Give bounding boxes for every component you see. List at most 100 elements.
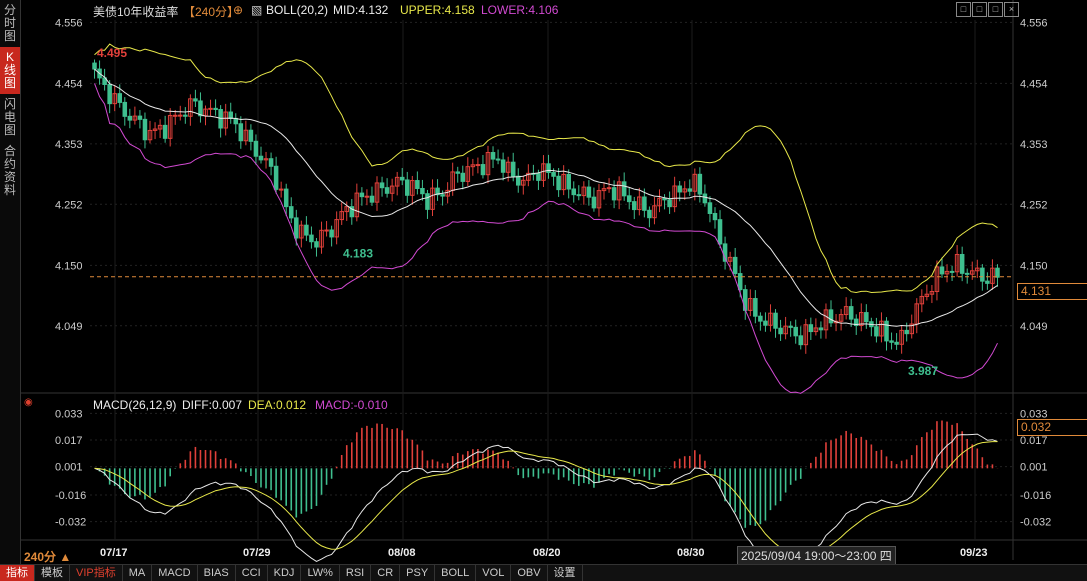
candle-body — [258, 155, 264, 161]
candle-body — [440, 194, 445, 197]
macd-y-tick-left-3: -0.016 — [55, 490, 86, 502]
candle-body — [667, 199, 672, 208]
candle-body — [874, 326, 879, 337]
indicator-tab-9[interactable]: RSI — [340, 565, 372, 581]
candle-body — [591, 196, 597, 209]
candle-body — [405, 179, 410, 196]
candle-body — [399, 176, 405, 181]
candle-body — [425, 193, 430, 210]
candle-body — [162, 124, 168, 139]
candle-body — [788, 325, 793, 328]
macd-diff: DIFF:0.007 — [182, 398, 243, 412]
candle-body — [758, 315, 763, 322]
macd-settings-icon[interactable]: ◉ — [24, 397, 33, 408]
candle-body — [515, 175, 521, 186]
indicator-tab-14[interactable]: OBV — [511, 565, 548, 581]
indicator-tab-0[interactable]: 指标 — [0, 565, 35, 581]
candle-body — [571, 188, 577, 196]
macd-y-tick-left-1: 0.017 — [55, 435, 83, 447]
candle-body — [647, 209, 652, 219]
x-tick-5: 09/23 — [960, 547, 988, 559]
window-restore-icon[interactable]: □ — [988, 2, 1003, 17]
macd-y-tick-left-4: -0.032 — [55, 517, 86, 529]
indicator-tab-3[interactable]: MA — [123, 565, 153, 581]
candle-body — [324, 229, 329, 232]
candle-body — [248, 129, 254, 142]
candle-body — [208, 107, 213, 110]
candle-body — [238, 123, 244, 142]
candle-body — [288, 206, 294, 219]
macd-y-tick-left-0: 0.033 — [55, 408, 83, 420]
candle-body — [198, 100, 203, 117]
y-tick-left-0: 4.556 — [55, 17, 83, 29]
extreme-label-1: 4.183 — [343, 247, 373, 261]
chart-type-icon[interactable]: ▧ — [251, 3, 262, 17]
settings-icon[interactable]: ⊕ — [233, 3, 243, 17]
candle-body — [677, 185, 682, 193]
candle-body — [848, 306, 854, 320]
candle-body — [808, 324, 814, 333]
y-tick-right-2: 4.353 — [1020, 139, 1048, 151]
candle-body — [586, 186, 592, 198]
period-tag: 【240分】 — [183, 5, 240, 19]
candle-body — [611, 187, 617, 201]
indicator-tab-2[interactable]: VIP指标 — [70, 565, 123, 581]
macd-y-tick-right-1: 0.017 — [1020, 435, 1048, 447]
extreme-label-2: 3.987 — [908, 364, 938, 378]
candle-body — [985, 280, 990, 284]
extreme-label-0: 4.495 — [97, 46, 127, 60]
candle-body — [369, 195, 375, 203]
candle-body — [606, 187, 612, 190]
boll-upper: UPPER:4.158 — [400, 3, 475, 17]
y-tick-right-3: 4.252 — [1020, 199, 1048, 211]
indicator-tab-5[interactable]: BIAS — [198, 565, 236, 581]
candle-body — [384, 187, 390, 194]
candle-body — [626, 195, 632, 203]
candle-body — [642, 196, 647, 211]
indicator-tab-4[interactable]: MACD — [152, 565, 198, 581]
candle-body — [213, 107, 218, 111]
chart-title: 美债10年收益率 — [93, 5, 179, 19]
macd-y-tick-left-2: 0.001 — [55, 462, 83, 474]
chart-canvas[interactable]: 4.556 4.556 4.454 4.454 4.353 4.353 4.252 4.252… — [0, 0, 1087, 580]
candle-body — [127, 115, 133, 121]
macd-current-box: 0.032 — [1017, 419, 1087, 436]
candle-body — [278, 188, 284, 191]
period-selector[interactable]: 240分 ▲ — [24, 548, 71, 565]
macd-label: MACD(26,12,9) — [93, 398, 177, 412]
y-tick-right-1: 4.454 — [1020, 78, 1048, 90]
indicator-tab-12[interactable]: BOLL — [435, 565, 477, 581]
y-tick-left-5: 4.049 — [55, 321, 83, 333]
zoom-in-icon[interactable]: □ — [956, 2, 971, 17]
zoom-out-icon[interactable]: □ — [972, 2, 987, 17]
current-price-box: 4.131 — [1017, 283, 1087, 300]
indicator-tab-15[interactable]: 设置 — [548, 565, 583, 581]
indicator-tab-7[interactable]: KDJ — [268, 565, 302, 581]
indicator-tab-10[interactable]: CR — [371, 565, 401, 581]
candle-body — [460, 172, 466, 182]
indicator-tab-11[interactable]: PSY — [400, 565, 436, 581]
candle-body — [894, 341, 899, 345]
candle-body — [142, 118, 148, 141]
boll-mid: MID:4.132 — [333, 3, 389, 17]
candle-body — [566, 173, 571, 190]
candle-body — [707, 202, 713, 214]
candle-body — [510, 161, 516, 177]
candle-body — [304, 224, 309, 236]
candle-body — [495, 158, 501, 161]
candle-body — [904, 329, 909, 335]
indicator-tab-13[interactable]: VOL — [476, 565, 512, 581]
candle-body — [551, 172, 556, 177]
indicator-tab-1[interactable]: 模板 — [35, 565, 70, 581]
close-icon[interactable]: × — [1004, 2, 1019, 17]
candle-body — [117, 93, 123, 103]
indicator-tab-8[interactable]: LW% — [301, 565, 340, 581]
candle-body — [964, 272, 970, 275]
boll-lower-line — [94, 83, 998, 394]
y-tick-left-3: 4.252 — [55, 199, 83, 211]
macd-y-tick-right-3: -0.016 — [1020, 490, 1051, 502]
candle-body — [546, 163, 551, 174]
indicator-tab-6[interactable]: CCI — [236, 565, 268, 581]
candle-body — [379, 182, 385, 189]
indicator-tab-bar: 指标 模板 VIP指标 MA MACD BIAS CCI KDJ LW% RSI CR PSY BOLL… — [0, 564, 1087, 581]
